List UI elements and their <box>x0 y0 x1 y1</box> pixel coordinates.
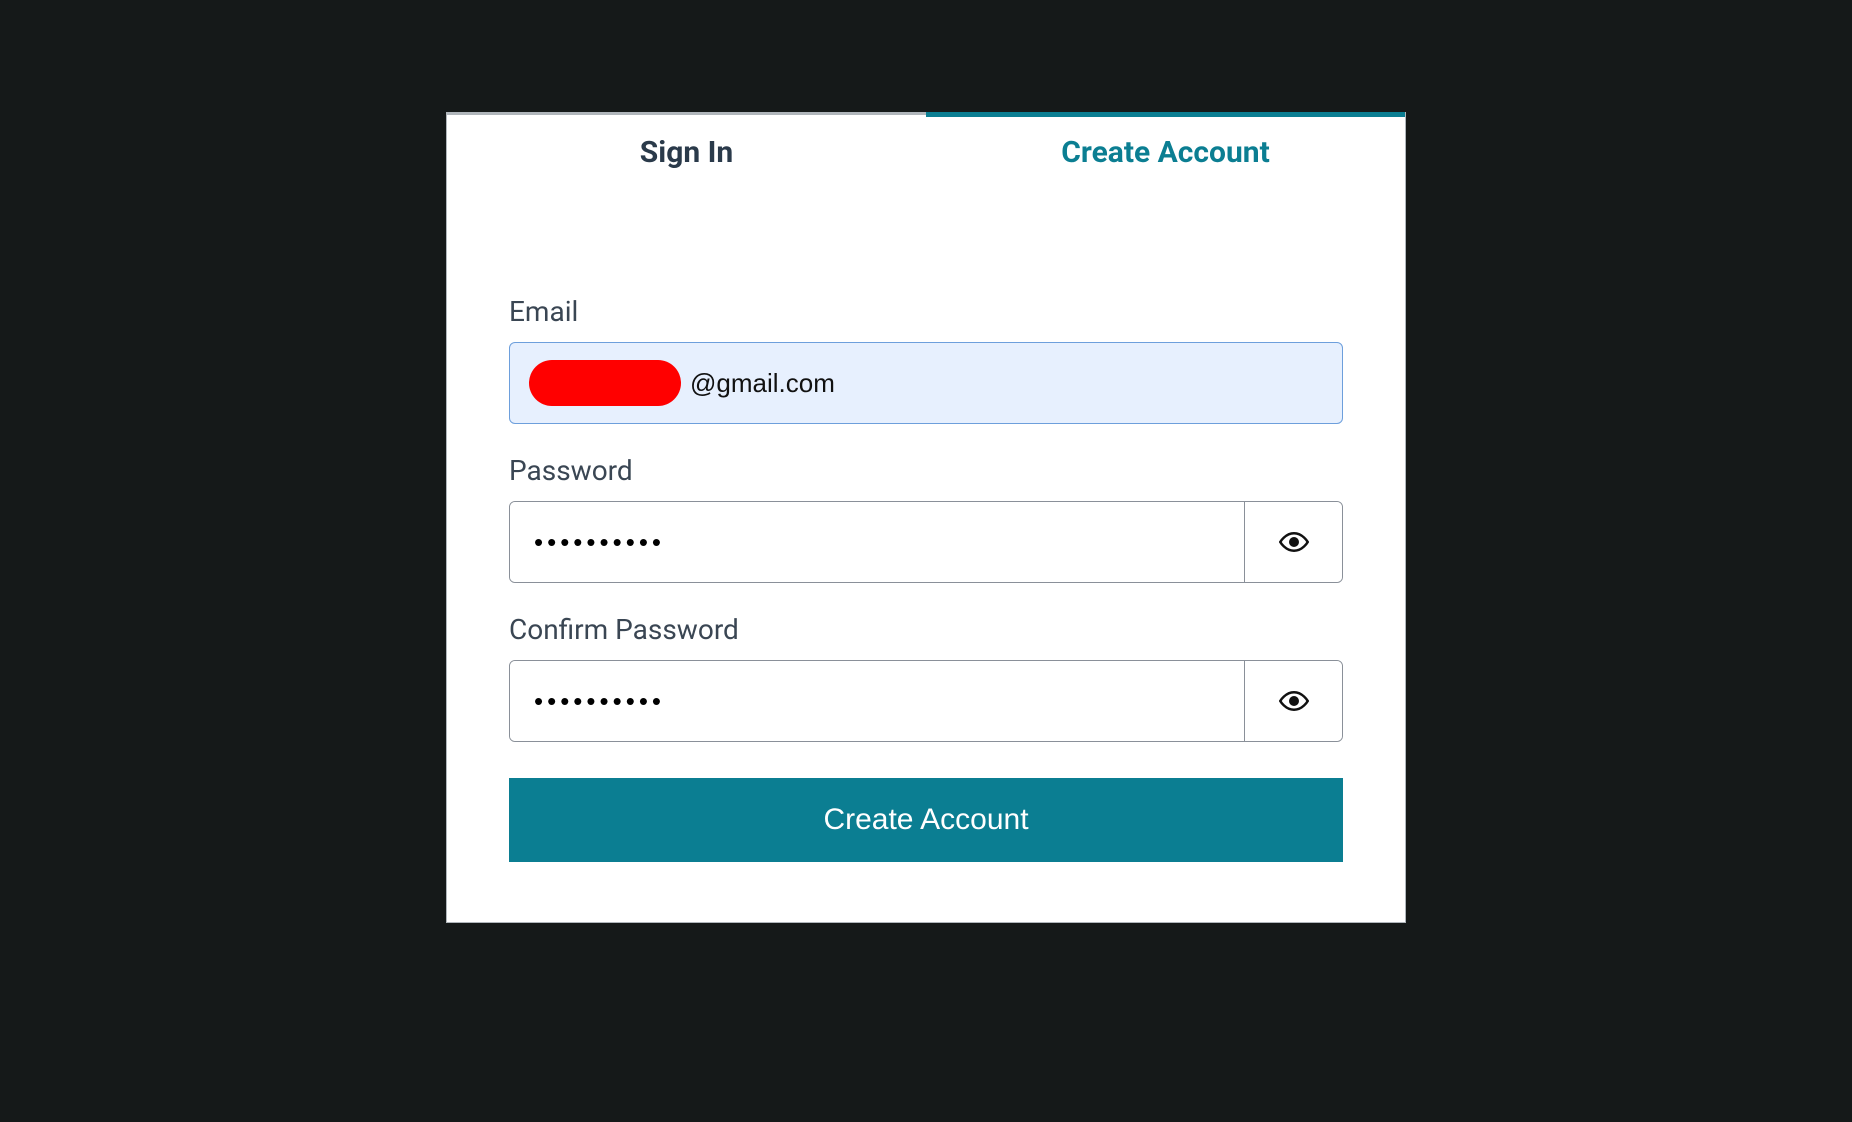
tab-sign-in[interactable]: Sign In <box>447 115 926 189</box>
toggle-confirm-password-visibility-button[interactable] <box>1244 661 1342 741</box>
confirm-password-field-group: Confirm Password <box>509 613 1343 742</box>
email-label: Email <box>509 295 1343 328</box>
password-label: Password <box>509 454 1343 487</box>
auth-tabs: Sign In Create Account <box>447 115 1405 189</box>
confirm-password-row <box>509 660 1343 742</box>
eye-icon <box>1279 686 1309 716</box>
toggle-password-visibility-button[interactable] <box>1244 502 1342 582</box>
auth-card: Sign In Create Account Email Password <box>446 112 1406 923</box>
create-account-form: Email Password Confirm Password <box>447 189 1405 922</box>
tab-create-account[interactable]: Create Account <box>926 115 1405 189</box>
email-field-group: Email <box>509 295 1343 424</box>
password-row <box>509 501 1343 583</box>
email-input-wrap <box>509 342 1343 424</box>
password-input[interactable] <box>510 502 1244 582</box>
confirm-password-input[interactable] <box>510 661 1244 741</box>
create-account-submit-button[interactable]: Create Account <box>509 778 1343 862</box>
email-input[interactable] <box>509 342 1343 424</box>
password-field-group: Password <box>509 454 1343 583</box>
confirm-password-label: Confirm Password <box>509 613 1343 646</box>
eye-icon <box>1279 527 1309 557</box>
